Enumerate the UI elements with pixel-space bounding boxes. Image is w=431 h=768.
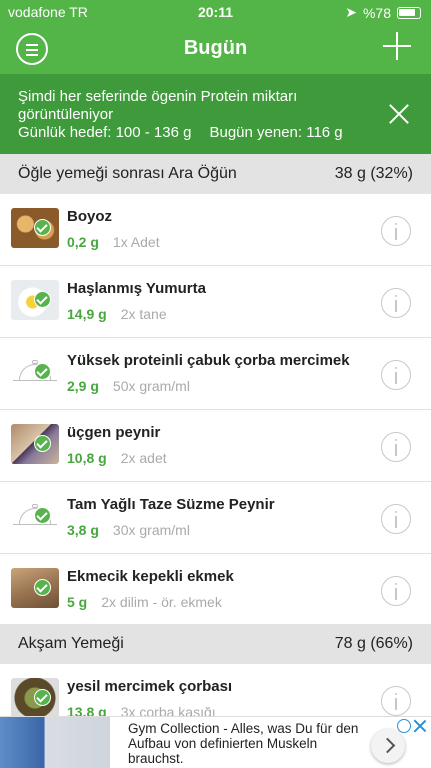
food-qty: 2x tane [120, 306, 167, 322]
food-name: üçgen peynir [67, 424, 161, 441]
location-icon: ➤ [345, 4, 357, 20]
info-icon[interactable] [381, 686, 411, 716]
section-header[interactable]: Akşam Yemeği 78 g (66%) [0, 624, 431, 664]
food-name: Yüksek proteinli çabuk çorba mercimek [67, 352, 350, 369]
food-qty: 1x Adet [112, 234, 160, 250]
check-icon [34, 507, 51, 524]
info-icon[interactable] [381, 432, 411, 462]
ad-close-icon[interactable] [413, 719, 427, 733]
food-row[interactable]: Yüksek proteinli çabuk çorba mercimek 2,… [0, 338, 431, 410]
food-meta: 3,8 g 30x gram/ml [67, 522, 190, 538]
check-icon [34, 689, 51, 706]
ad-image [0, 717, 110, 768]
info-icon[interactable] [381, 360, 411, 390]
food-row[interactable]: üçgen peynir 10,8 g 2x adet [0, 410, 431, 482]
food-name: yesil mercimek çorbası [67, 678, 233, 695]
food-grams: 2,9 g [67, 378, 99, 394]
status-bar: vodafone TR 20:11 ➤ %78 [0, 0, 431, 24]
check-icon [34, 435, 51, 452]
food-grams: 5 g [67, 594, 88, 610]
food-grams: 10,8 g [67, 450, 107, 466]
info-icon[interactable] [381, 504, 411, 534]
food-qty: 30x gram/ml [112, 522, 190, 538]
food-qty: 50x gram/ml [112, 378, 190, 394]
food-meta: 14,9 g 2x tane [67, 306, 167, 322]
ad-info-icon[interactable] [397, 719, 411, 733]
section-total: 38 g (32%) [334, 165, 413, 182]
ad-banner[interactable]: Gym Collection - Alles, was Du für den A… [0, 716, 431, 768]
section-name: Akşam Yemeği [18, 635, 124, 652]
status-right: ➤ %78 [345, 4, 421, 21]
info-icon[interactable] [381, 216, 411, 246]
food-row[interactable]: Tam Yağlı Taze Süzme Peynir 3,8 g 30x gra… [0, 482, 431, 554]
section-name: Öğle yemeği sonrası Ara Öğün [18, 165, 237, 182]
nav-bar: Bugün [0, 24, 431, 74]
info-icon[interactable] [381, 576, 411, 606]
food-row[interactable]: Ekmecik kepekli ekmek 5 g 2x dilim - ör. … [0, 554, 431, 626]
food-name: Haşlanmış Yumurta [67, 280, 206, 297]
food-grams: 14,9 g [67, 306, 107, 322]
banner-goal-row: Günlük hedef: 100 - 136 g Bugün yenen: 1… [18, 124, 371, 142]
food-grams: 3,8 g [67, 522, 99, 538]
food-grams: 0,2 g [67, 234, 99, 250]
food-meta: 2,9 g 50x gram/ml [67, 378, 190, 394]
food-row[interactable]: Haşlanmış Yumurta 14,9 g 2x tane [0, 266, 431, 338]
food-meta: 0,2 g 1x Adet [67, 234, 160, 250]
eaten-today: Bugün yenen: 116 g [209, 124, 343, 141]
battery-icon [397, 6, 421, 19]
chevron-right-icon[interactable] [371, 729, 405, 763]
section-header[interactable]: Öğle yemeği sonrası Ara Öğün 38 g (32%) [0, 154, 431, 194]
check-icon [34, 579, 51, 596]
food-meta: 5 g 2x dilim - ör. ekmek [67, 594, 222, 610]
food-name: Ekmecik kepekli ekmek [67, 568, 234, 585]
food-meta: 10,8 g 2x adet [67, 450, 167, 466]
banner-message: Şimdi her seferinde ögenin Protein mikta… [18, 88, 298, 123]
info-banner: Şimdi her seferinde ögenin Protein mikta… [0, 74, 431, 154]
food-qty: 2x dilim - ör. ekmek [101, 594, 222, 610]
food-name: Boyoz [67, 208, 112, 225]
food-row[interactable]: Boyoz 0,2 g 1x Adet [0, 194, 431, 266]
food-qty: 2x adet [120, 450, 167, 466]
check-icon [34, 219, 51, 236]
food-name: Tam Yağlı Taze Süzme Peynir [67, 496, 275, 513]
page-title: Bugün [183, 37, 248, 59]
section-total: 78 g (66%) [334, 635, 413, 652]
info-icon[interactable] [381, 288, 411, 318]
battery-percent: %78 [362, 4, 391, 21]
check-icon [34, 291, 51, 308]
check-icon [34, 363, 51, 380]
close-icon[interactable] [389, 104, 409, 124]
ad-text: Gym Collection - Alles, was Du für den A… [128, 721, 359, 766]
add-icon[interactable] [383, 32, 411, 60]
daily-goal: Günlük hedef: 100 - 136 g [18, 124, 192, 141]
